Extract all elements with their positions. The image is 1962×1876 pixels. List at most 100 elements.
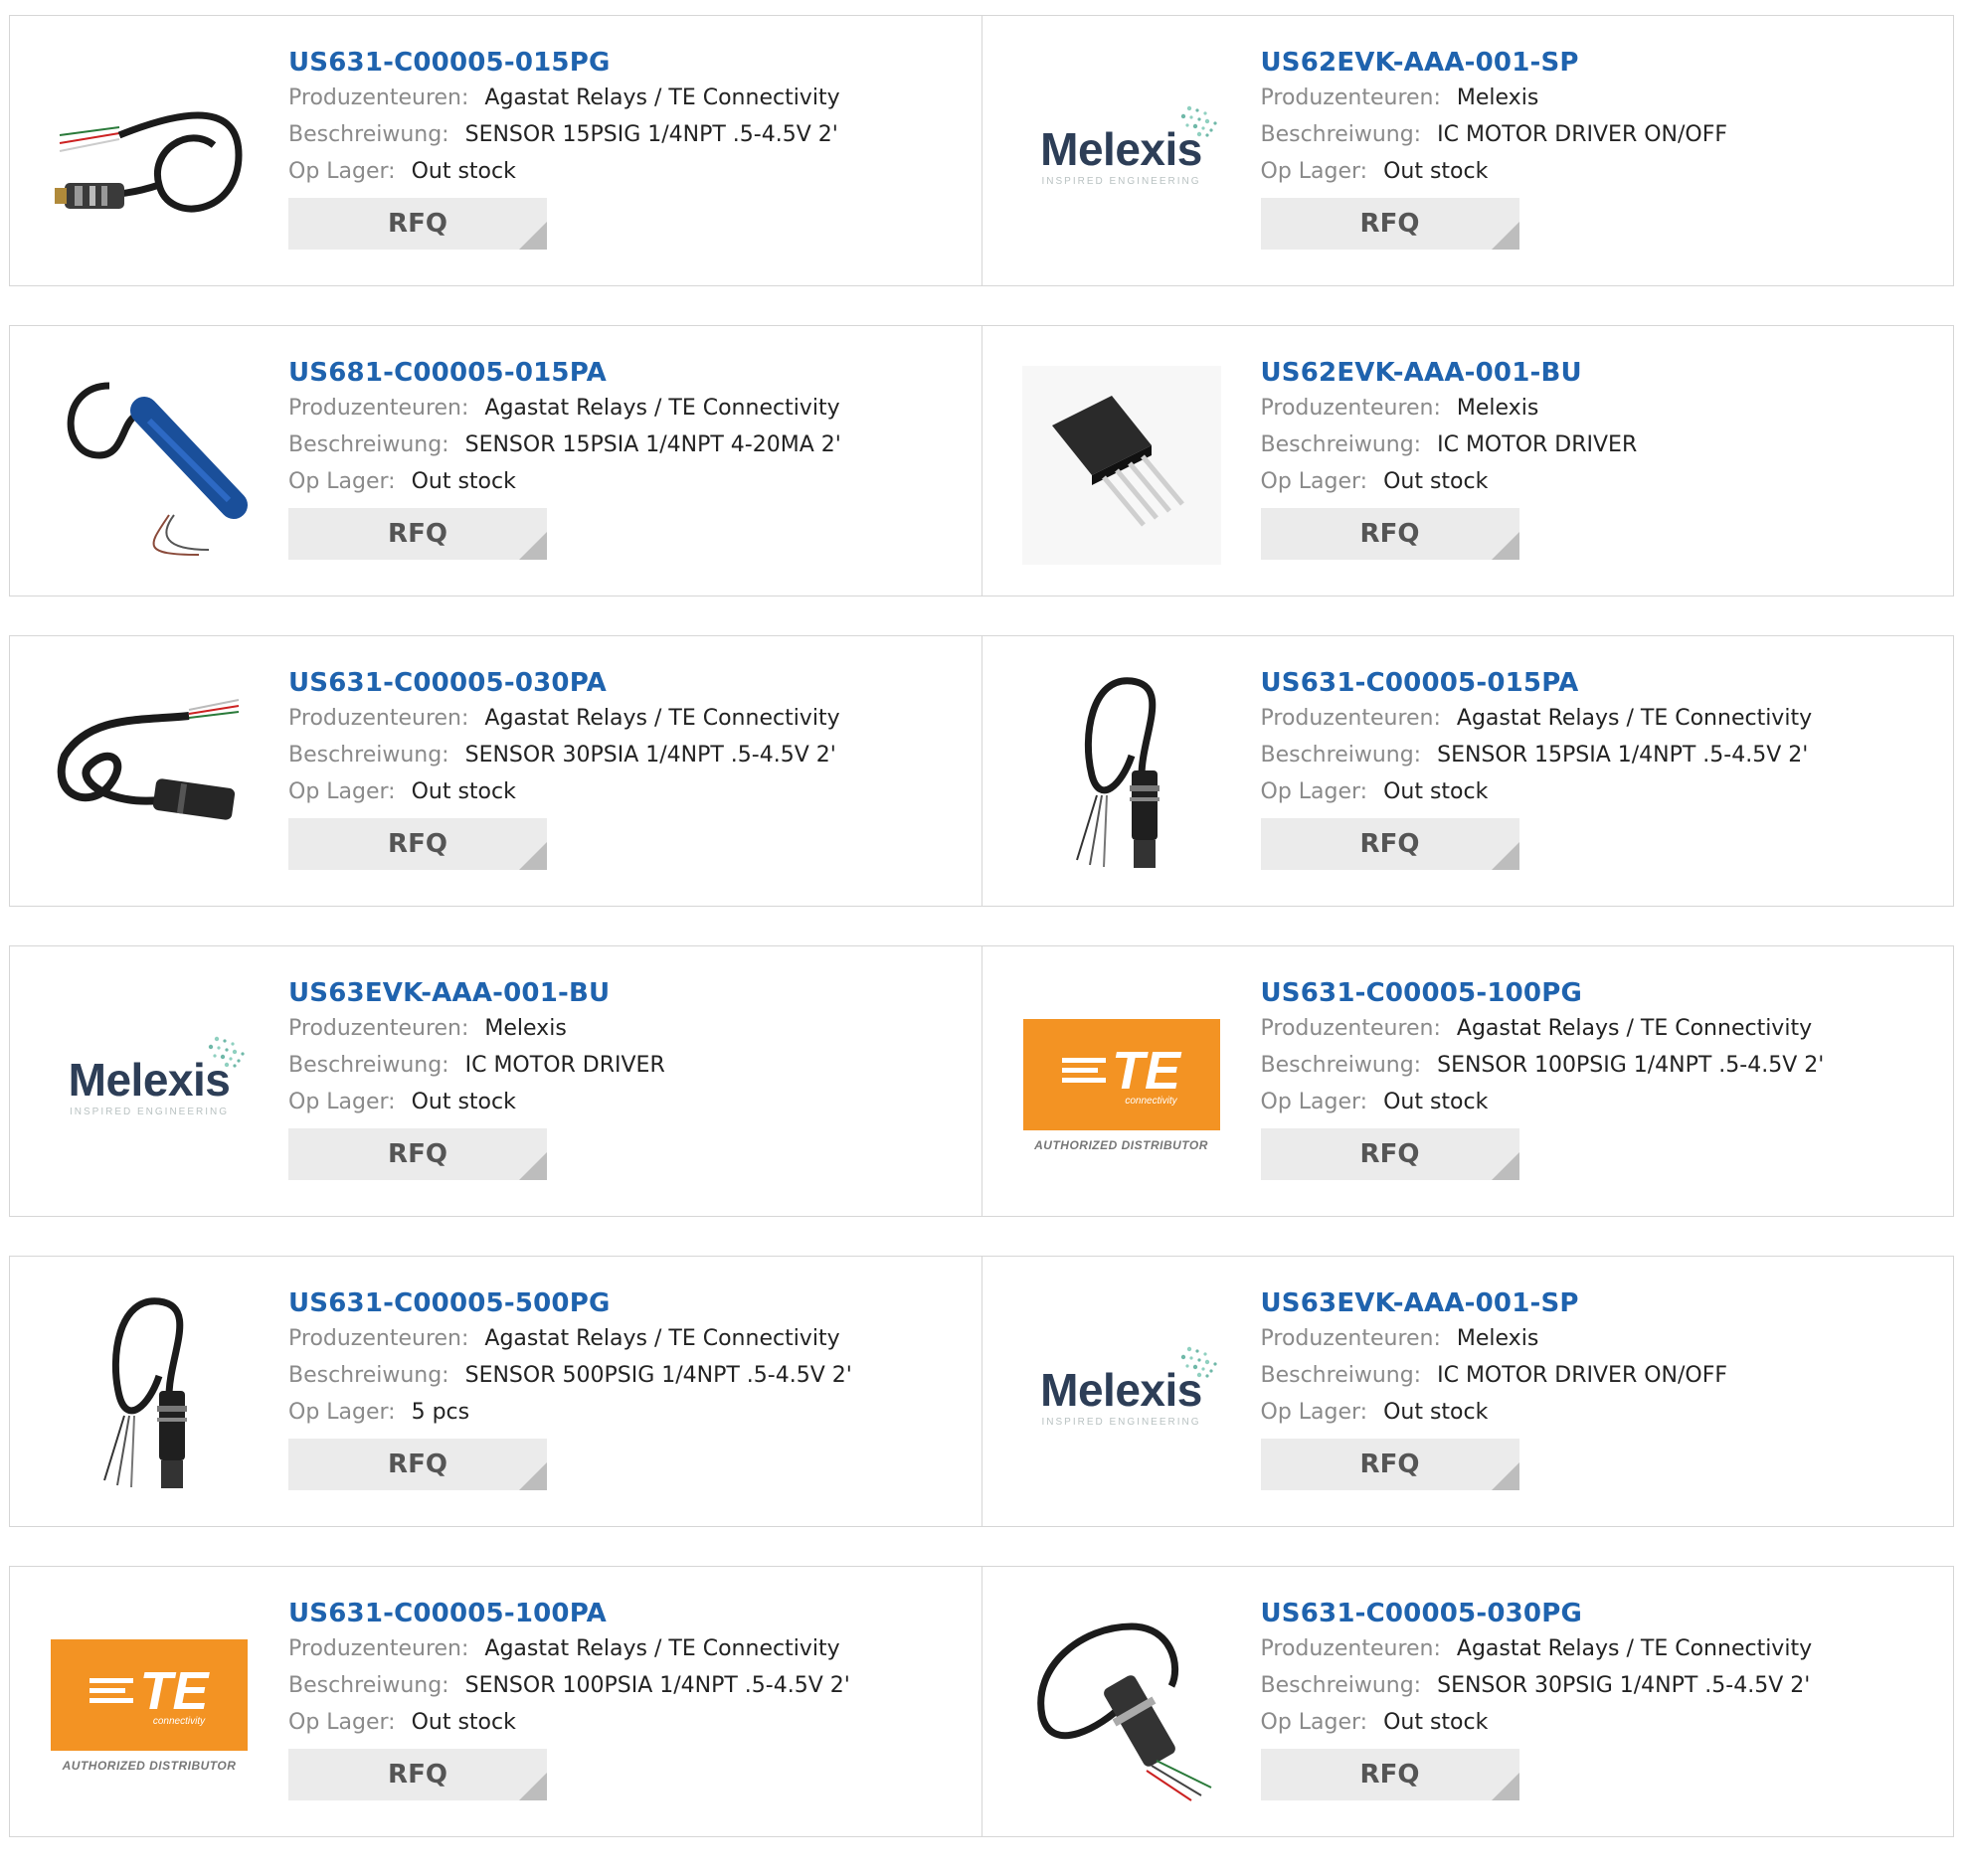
product-info: US63EVK-AAA-001-BU Produzenteuren: Melexi…: [288, 976, 962, 1180]
product-image[interactable]: [50, 56, 249, 255]
product-part-link[interactable]: US63EVK-AAA-001-BU: [288, 976, 962, 1010]
description-value: IC MOTOR DRIVER: [464, 1053, 665, 1078]
stock-line: Op Lager: Out stock: [288, 773, 962, 810]
manufacturer-value: Agastat Relays / TE Connectivity: [484, 706, 840, 731]
product-image[interactable]: [50, 1296, 249, 1495]
product-card: US62EVK-AAA-001-BU Produzenteuren: Melexi…: [981, 326, 1954, 596]
product-card: TE connectivity AUTHORIZED DISTRIBUTOR U…: [981, 946, 1954, 1216]
rfq-label: RFQ: [388, 1450, 447, 1479]
product-part-link[interactable]: US631-C00005-015PG: [288, 46, 962, 80]
product-part-link[interactable]: US62EVK-AAA-001-BU: [1261, 356, 1934, 390]
rfq-corner-decoration: [519, 1773, 547, 1800]
rfq-corner-decoration: [1491, 1462, 1519, 1490]
rfq-button[interactable]: RFQ: [1260, 1749, 1519, 1800]
manufacturer-line: Produzenteuren: Agastat Relays / TE Conne…: [1261, 700, 1934, 737]
melexis-logo[interactable]: Melexis INSPIRED ENGINEERING: [50, 986, 249, 1185]
product-info: US631-C00005-030PA Produzenteuren: Agasta…: [288, 666, 962, 870]
product-part-link[interactable]: US631-C00005-100PA: [288, 1597, 962, 1630]
te-authorized-text: AUTHORIZED DISTRIBUTOR: [62, 1759, 237, 1773]
description-value: IC MOTOR DRIVER ON/OFF: [1437, 1363, 1728, 1388]
description-line: Beschreiwung: SENSOR 15PSIG 1/4NPT .5-4.5…: [288, 116, 962, 153]
description-label: Beschreiwung:: [1260, 743, 1422, 767]
product-card: US631-C00005-030PA Produzenteuren: Agasta…: [10, 636, 981, 906]
rfq-button[interactable]: RFQ: [1260, 1128, 1519, 1180]
description-label: Beschreiwung:: [288, 743, 449, 767]
rfq-button[interactable]: RFQ: [288, 1128, 547, 1180]
product-part-link[interactable]: US681-C00005-015PA: [288, 356, 962, 390]
manufacturer-value: Melexis: [484, 1016, 567, 1041]
product-info: US631-C00005-030PG Produzenteuren: Agasta…: [1260, 1597, 1934, 1800]
rfq-label: RFQ: [1359, 1139, 1420, 1169]
stock-value: Out stock: [1383, 1400, 1489, 1425]
melexis-logo[interactable]: Melexis INSPIRED ENGINEERING: [1022, 1296, 1221, 1495]
rfq-button[interactable]: RFQ: [288, 508, 547, 560]
stock-label: Op Lager:: [288, 1710, 396, 1735]
product-image[interactable]: [1022, 1607, 1221, 1805]
rfq-button[interactable]: RFQ: [288, 1749, 547, 1800]
product-part-link[interactable]: US631-C00005-030PG: [1261, 1597, 1934, 1630]
manufacturer-label: Produzenteuren:: [288, 1636, 469, 1661]
product-image[interactable]: [50, 366, 249, 565]
product-card: Melexis INSPIRED ENGINEERING US63EVK-AAA…: [10, 946, 981, 1216]
product-card: US631-C00005-500PG Produzenteuren: Agasta…: [10, 1257, 981, 1526]
rfq-button[interactable]: RFQ: [288, 818, 547, 870]
rfq-label: RFQ: [1359, 829, 1420, 859]
rfq-label: RFQ: [388, 1139, 447, 1169]
rfq-button[interactable]: RFQ: [1260, 198, 1519, 250]
manufacturer-value: Melexis: [1456, 85, 1539, 110]
description-label: Beschreiwung:: [1260, 1053, 1422, 1078]
product-part-link[interactable]: US631-C00005-030PA: [288, 666, 962, 700]
stock-value: Out stock: [411, 159, 516, 184]
rfq-corner-decoration: [1491, 842, 1519, 870]
te-connectivity-logo[interactable]: TE connectivity AUTHORIZED DISTRIBUTOR: [50, 1607, 249, 1805]
te-authorized-text: AUTHORIZED DISTRIBUTOR: [1034, 1138, 1208, 1152]
manufacturer-value: Agastat Relays / TE Connectivity: [484, 85, 840, 110]
product-image[interactable]: [1022, 676, 1221, 875]
product-image[interactable]: [1021, 366, 1221, 565]
description-value: SENSOR 500PSIG 1/4NPT .5-4.5V 2': [464, 1363, 852, 1388]
stock-line: Op Lager: Out stock: [1261, 1704, 1934, 1741]
product-info: US63EVK-AAA-001-SP Produzenteuren: Melexi…: [1260, 1286, 1934, 1490]
stock-line: Op Lager: Out stock: [288, 1084, 962, 1120]
product-part-link[interactable]: US631-C00005-100PG: [1261, 976, 1934, 1010]
manufacturer-label: Produzenteuren:: [288, 396, 469, 421]
description-value: SENSOR 30PSIG 1/4NPT .5-4.5V 2': [1437, 1673, 1811, 1698]
description-line: Beschreiwung: SENSOR 500PSIG 1/4NPT .5-4.…: [288, 1357, 962, 1394]
description-line: Beschreiwung: SENSOR 100PSIA 1/4NPT .5-4.…: [288, 1667, 962, 1704]
description-value: IC MOTOR DRIVER ON/OFF: [1437, 122, 1728, 147]
rfq-button[interactable]: RFQ: [1260, 508, 1519, 560]
manufacturer-line: Produzenteuren: Agastat Relays / TE Conne…: [1261, 1010, 1934, 1047]
melexis-logo[interactable]: Melexis INSPIRED ENGINEERING: [1022, 56, 1221, 255]
manufacturer-value: Agastat Relays / TE Connectivity: [484, 1326, 840, 1351]
stock-line: Op Lager: Out stock: [1261, 1394, 1934, 1431]
stock-label: Op Lager:: [1260, 1400, 1368, 1425]
rfq-button[interactable]: RFQ: [1260, 1439, 1519, 1490]
product-card: US681-C00005-015PA Produzenteuren: Agasta…: [10, 326, 981, 596]
rfq-corner-decoration: [519, 222, 547, 250]
manufacturer-label: Produzenteuren:: [1260, 1016, 1441, 1041]
product-card: US631-C00005-015PA Produzenteuren: Agasta…: [981, 636, 1954, 906]
description-value: SENSOR 30PSIA 1/4NPT .5-4.5V 2': [464, 743, 836, 767]
product-part-link[interactable]: US631-C00005-015PA: [1261, 666, 1934, 700]
product-part-link[interactable]: US63EVK-AAA-001-SP: [1261, 1286, 1934, 1320]
description-label: Beschreiwung:: [1260, 1673, 1422, 1698]
rfq-button[interactable]: RFQ: [1260, 818, 1519, 870]
description-value: IC MOTOR DRIVER: [1437, 432, 1638, 457]
stock-value: 5 pcs: [411, 1400, 470, 1425]
stock-label: Op Lager:: [1260, 159, 1368, 184]
manufacturer-label: Produzenteuren:: [1260, 706, 1441, 731]
rfq-button[interactable]: RFQ: [288, 1439, 547, 1490]
description-line: Beschreiwung: IC MOTOR DRIVER: [288, 1047, 962, 1084]
melexis-logo-tagline: INSPIRED ENGINEERING: [1041, 1416, 1201, 1428]
product-part-link[interactable]: US62EVK-AAA-001-SP: [1261, 46, 1934, 80]
description-line: Beschreiwung: SENSOR 30PSIG 1/4NPT .5-4.5…: [1261, 1667, 1934, 1704]
rfq-corner-decoration: [519, 1462, 547, 1490]
product-card: US631-C00005-030PG Produzenteuren: Agasta…: [981, 1567, 1954, 1836]
product-image[interactable]: [50, 676, 249, 875]
manufacturer-label: Produzenteuren:: [1260, 396, 1441, 421]
te-connectivity-logo[interactable]: TE connectivity AUTHORIZED DISTRIBUTOR: [1022, 986, 1221, 1185]
description-line: Beschreiwung: IC MOTOR DRIVER: [1261, 426, 1934, 463]
product-part-link[interactable]: US631-C00005-500PG: [288, 1286, 962, 1320]
manufacturer-value: Agastat Relays / TE Connectivity: [1456, 1016, 1813, 1041]
rfq-button[interactable]: RFQ: [288, 198, 547, 250]
